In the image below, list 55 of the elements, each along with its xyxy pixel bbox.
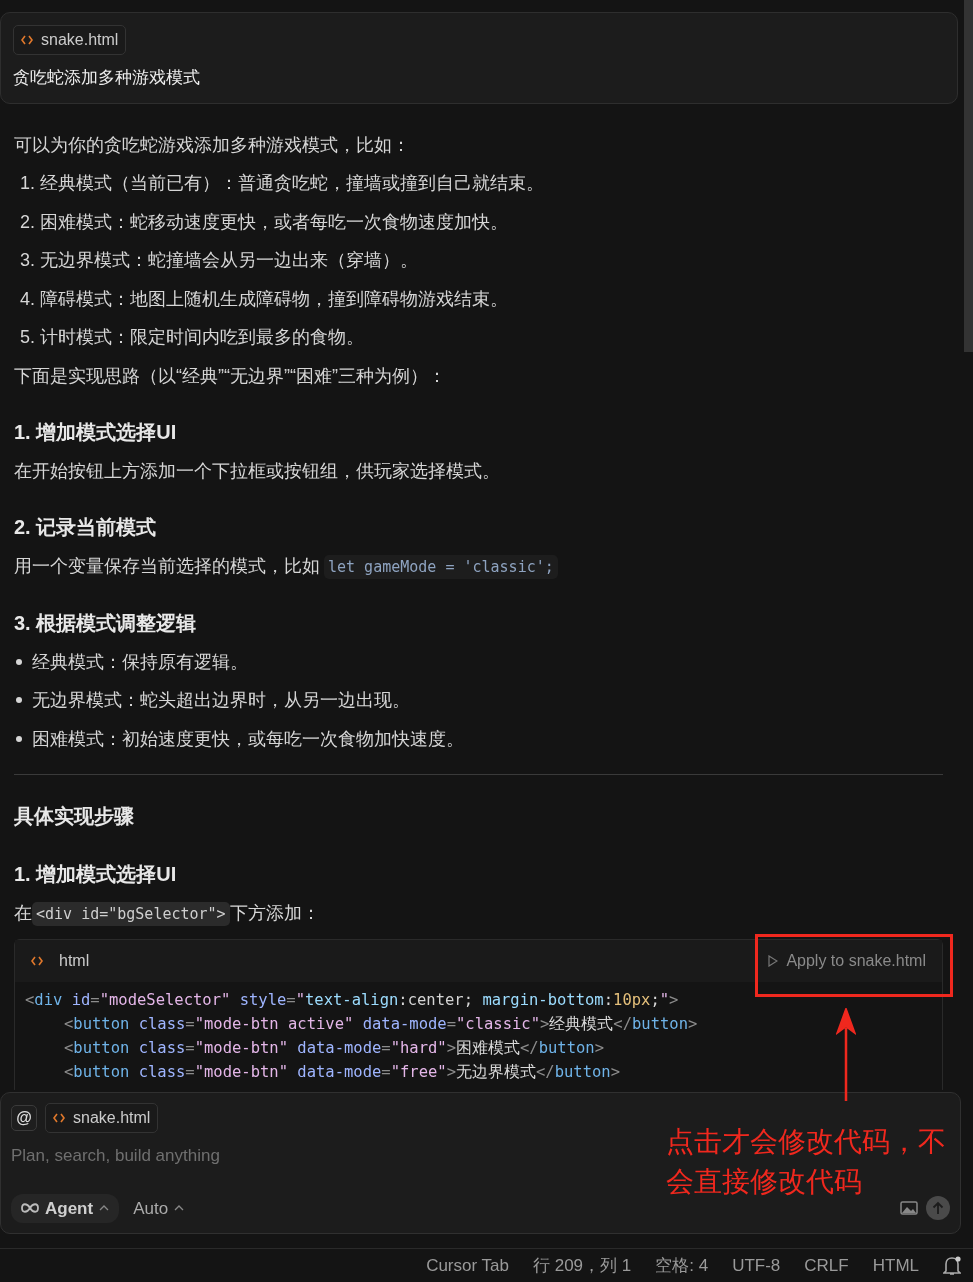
mode-button[interactable]: Agent bbox=[11, 1193, 120, 1223]
list-item: 3. 无边界模式：蛇撞墙会从另一边出来（穿墙）。 bbox=[20, 249, 419, 272]
heading: 2. 记录当前模式 bbox=[14, 515, 158, 540]
caret-icon bbox=[174, 1205, 185, 1212]
heading: 3. 根据模式调整逻辑 bbox=[14, 611, 198, 636]
list-item: 1. 经典模式（当前已有）：普通贪吃蛇，撞墙或撞到自己就结束。 bbox=[20, 172, 545, 195]
model-button[interactable]: Auto bbox=[127, 1194, 191, 1222]
infinity-icon bbox=[21, 1203, 39, 1214]
section-heading: 具体实现步骤 bbox=[14, 804, 135, 829]
status-item[interactable]: HTML bbox=[872, 1252, 919, 1279]
list-item: 困难模式：初始速度更快，或每吃一次食物加快速度。 bbox=[32, 727, 464, 751]
image-icon[interactable] bbox=[900, 1201, 918, 1216]
paragraph-text: 在开始按钮上方添加一个下拉框或按钮组，供玩家选择模式。 bbox=[14, 460, 500, 481]
language-label: html bbox=[59, 951, 90, 971]
paragraph-text: 下方添加： bbox=[229, 902, 320, 923]
bullet-icon bbox=[16, 735, 22, 742]
file-chip[interactable]: snake.html bbox=[13, 25, 127, 55]
list-item: 无边界模式：蛇头超出边界时，从另一边出现。 bbox=[32, 689, 410, 712]
paragraph-text: 可以为你的贪吃蛇游戏添加多种游戏模式，比如： bbox=[14, 134, 410, 155]
code-line: <button class="mode-btn" data-mode="free">无边界模式</button> bbox=[63, 1062, 622, 1083]
play-icon bbox=[768, 955, 779, 967]
bullet-icon bbox=[16, 697, 22, 704]
code-icon bbox=[53, 1113, 65, 1123]
mention-button[interactable]: @ bbox=[11, 1105, 37, 1131]
paragraph-text: 在 bbox=[14, 902, 32, 923]
status-item[interactable]: 行 209，列 1 bbox=[532, 1252, 632, 1279]
bell-icon[interactable] bbox=[943, 1255, 961, 1276]
list-item: 2. 困难模式：蛇移动速度更快，或者每吃一次食物速度加快。 bbox=[20, 210, 509, 234]
annotation-text: 点击才会修改代码，不会直接修改代码 bbox=[666, 1125, 947, 1199]
heading: 1. 增加模式选择UI bbox=[14, 420, 178, 445]
prompt-field[interactable]: Plan, search, build anything bbox=[11, 1143, 431, 1169]
list-item: 经典模式：保持原有逻辑。 bbox=[32, 650, 248, 674]
code-icon bbox=[31, 956, 43, 966]
paragraph-text: 用一个变量保存当前选择的模式，比如 bbox=[14, 555, 320, 576]
inline-code: let gameMode = 'classic'; bbox=[324, 554, 558, 579]
inline-code: <div id="bgSelector"> bbox=[32, 901, 230, 926]
paragraph-text: 下面是实现思路（以“经典”“无边界”“困难”三种为例）： bbox=[14, 365, 446, 386]
list-item: 4. 障碍模式：地图上随机生成障碍物，撞到障碍物游戏结束。 bbox=[20, 287, 509, 311]
bullet-icon bbox=[16, 658, 22, 665]
status-item[interactable]: 空格: 4 bbox=[655, 1252, 709, 1279]
status-item[interactable]: CRLF bbox=[804, 1252, 849, 1279]
list-item: 5. 计时模式：限定时间内吃到最多的食物。 bbox=[20, 326, 365, 349]
status-item[interactable]: UTF-8 bbox=[732, 1252, 781, 1279]
code-line: <div id="modeSelector" style="text-align:center; margin-bottom:10px;"> bbox=[25, 990, 680, 1011]
code-line: <button class="mode-btn" data-mode="hard">困难模式</button> bbox=[63, 1038, 606, 1059]
caret-icon bbox=[99, 1205, 110, 1212]
message-text: 贪吃蛇添加多种游戏模式 bbox=[13, 67, 201, 89]
apply-button[interactable]: Apply to snake.html bbox=[762, 948, 932, 974]
file-chip[interactable]: snake.html bbox=[45, 1103, 159, 1133]
scrollbar-thumb[interactable] bbox=[964, 0, 973, 352]
heading: 1. 增加模式选择UI bbox=[14, 862, 178, 887]
code-icon bbox=[21, 35, 33, 45]
status-item[interactable]: Cursor Tab bbox=[426, 1252, 509, 1279]
code-line: <button class="mode-btn active" data-mode="classic">经典模式</button> bbox=[63, 1014, 699, 1035]
arrow-up-icon bbox=[932, 1201, 944, 1216]
